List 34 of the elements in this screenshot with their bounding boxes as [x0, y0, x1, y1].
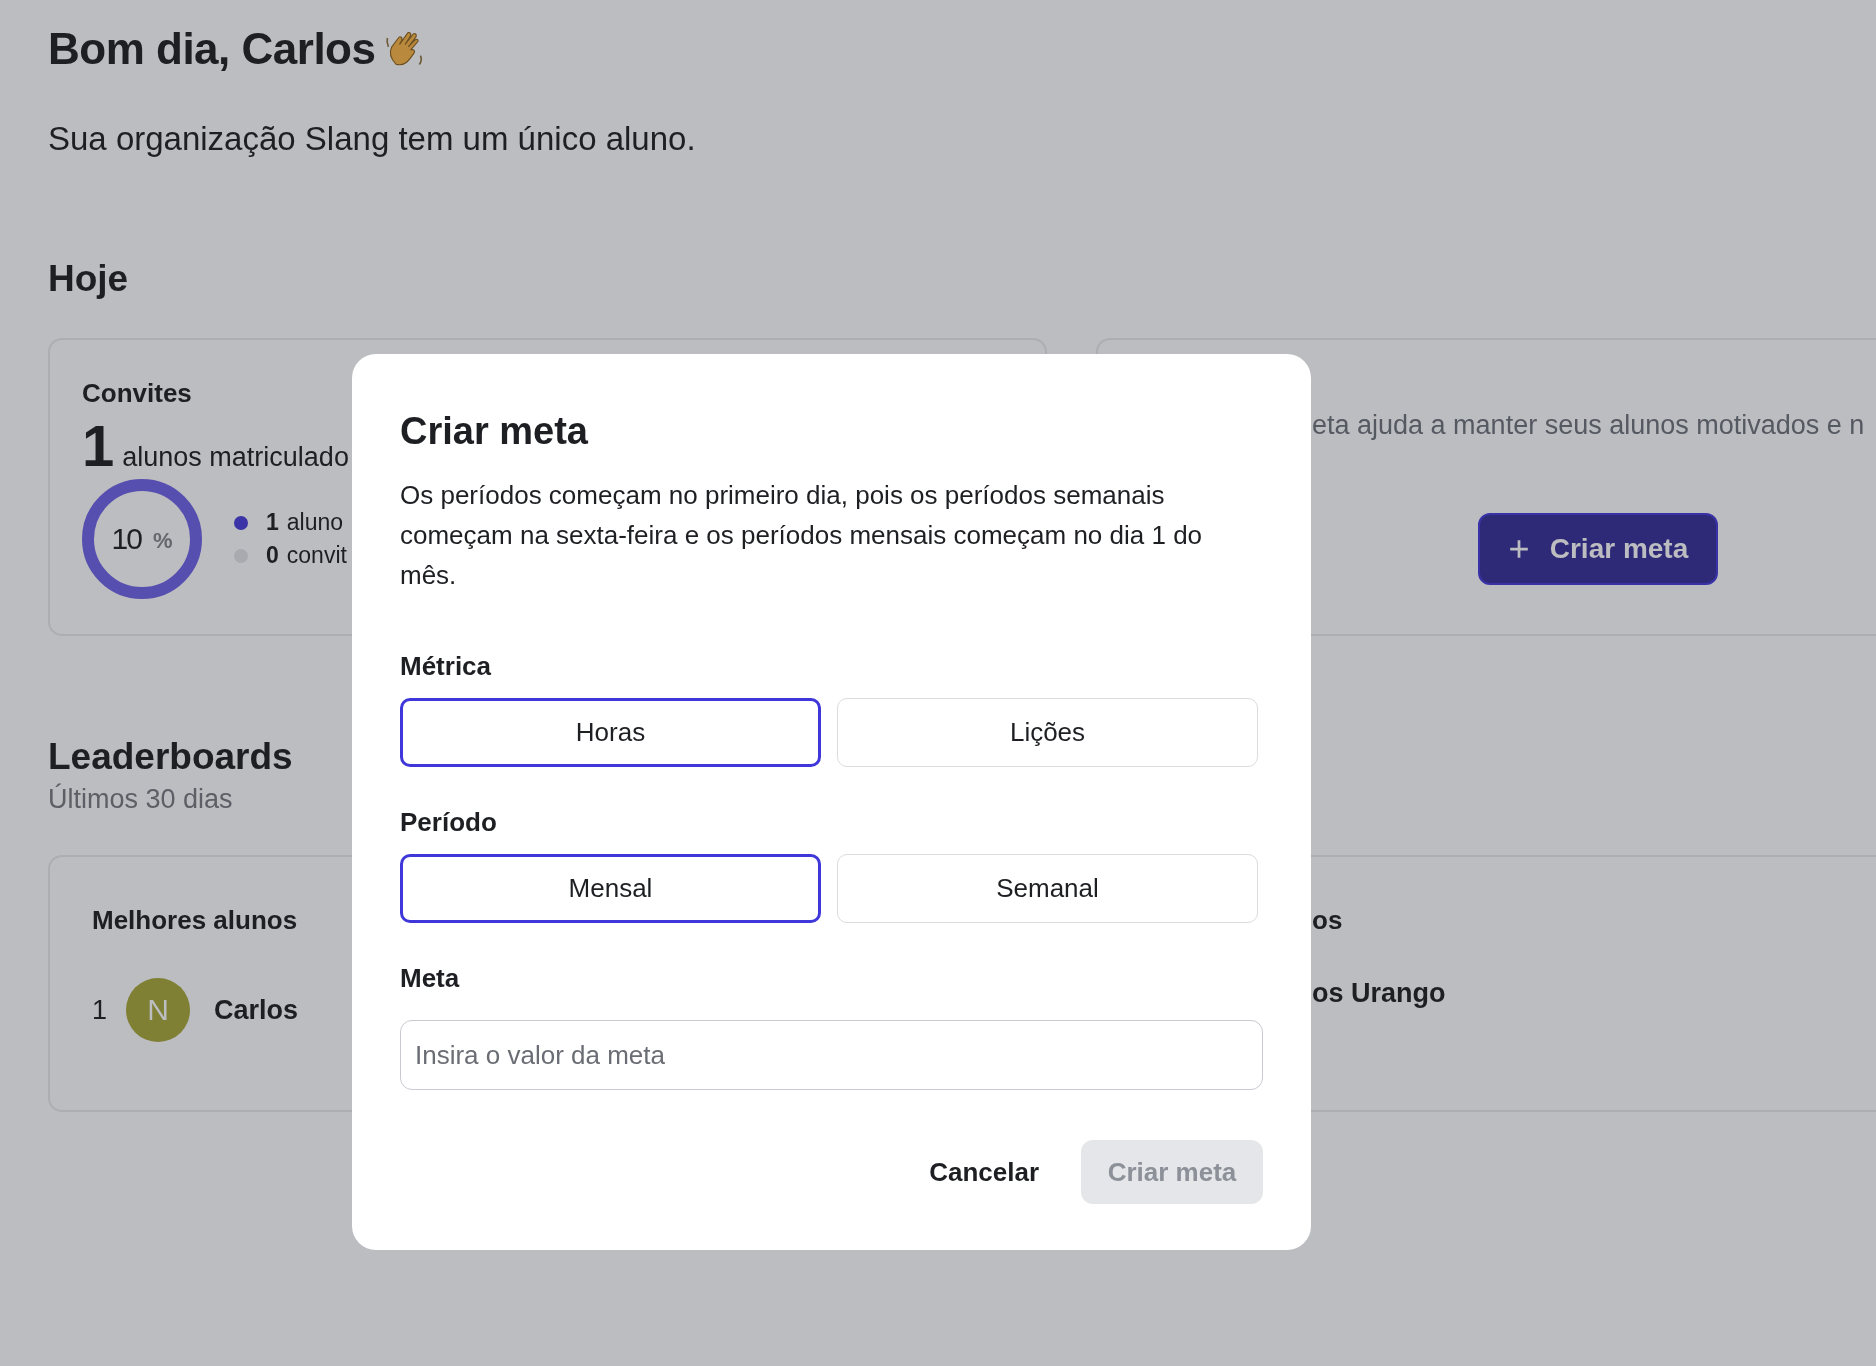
goal-description: eta ajuda a manter seus alunos motivados e n: [1312, 410, 1866, 441]
field-label: Métrica: [400, 651, 492, 682]
legend-label: convit: [286, 542, 347, 569]
goal-value-field[interactable]: Insira o valor da meta: [400, 1020, 1263, 1090]
student-name: Carlos: [214, 994, 299, 1026]
legend-count: 1: [266, 509, 279, 536]
ring-value: 10: [111, 522, 141, 556]
option-button[interactable]: Horas: [400, 698, 821, 767]
option-button[interactable]: Mensal: [400, 854, 821, 923]
greeting-title: Bom dia, Carlos: [48, 24, 376, 74]
group-name: os Urango: [1312, 978, 1446, 1009]
dialog-title: Criar meta: [400, 410, 588, 453]
ring-unit: %: [152, 528, 173, 554]
card-title: Melhores alunos: [92, 905, 298, 936]
enrolled-count: 1: [82, 417, 115, 475]
section-subtitle: Últimos 30 dias: [48, 784, 233, 815]
dialog-description: Os períodos começam no primeiro dia, pois os períodos semanais começam na sexta-feira e os períodos mensais começam no dia 1 do mês.: [400, 479, 1204, 592]
section-heading: Hoje: [48, 258, 129, 300]
avatar: N: [126, 978, 190, 1042]
section-heading: Leaderboards: [48, 736, 293, 778]
rank-number: 1: [92, 994, 109, 1026]
card-title: os: [1312, 905, 1343, 936]
option-button[interactable]: Semanal: [837, 854, 1258, 923]
card-title: Convites: [82, 378, 192, 409]
legend-count: 0: [266, 542, 279, 569]
create-goal-button[interactable]: Criar meta: [1478, 513, 1718, 585]
plus-icon: [1507, 538, 1530, 560]
field-label: Meta: [400, 963, 460, 994]
option-button[interactable]: Lições: [837, 698, 1258, 767]
cancel-button[interactable]: Cancelar: [923, 1155, 1045, 1189]
field-label: Período: [400, 807, 497, 838]
enrolled-label: alunos matriculado: [122, 442, 349, 473]
legend-label: aluno: [286, 509, 344, 536]
greeting-subtitle: Sua organização Slang tem um único aluno.: [48, 120, 696, 158]
